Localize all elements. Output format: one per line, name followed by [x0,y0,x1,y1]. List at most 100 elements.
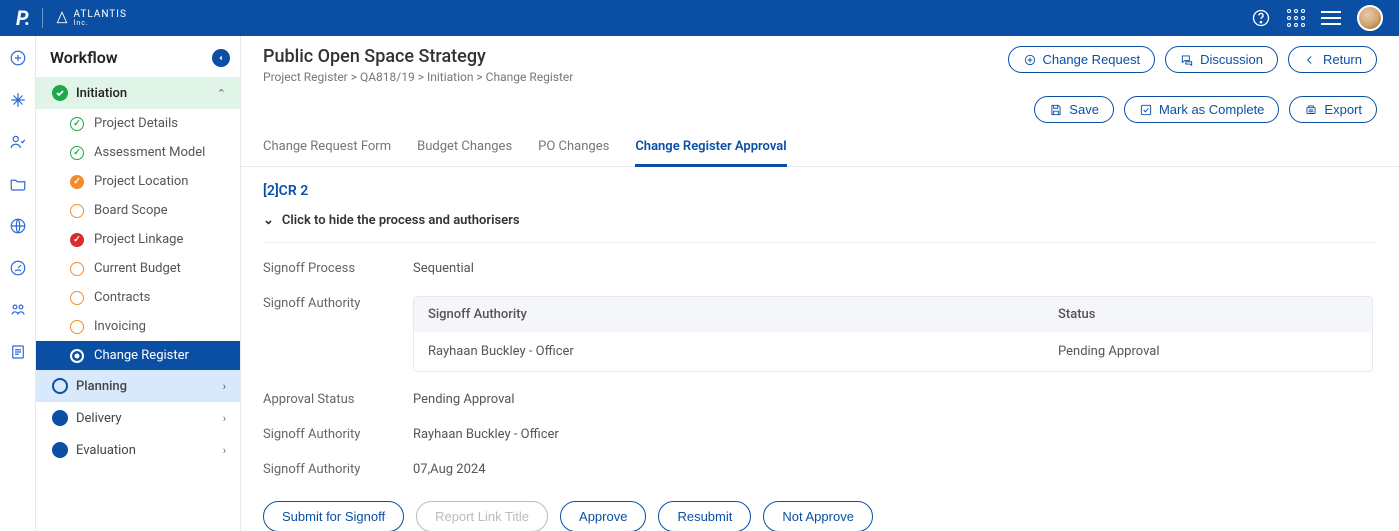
substep-current-budget[interactable]: Current Budget [36,254,240,283]
main-content: Public Open Space Strategy Project Regis… [241,36,1399,531]
status-warning-icon [70,175,84,189]
substep-label: Project Details [94,116,178,131]
status-current-icon [70,349,84,363]
field-value: Rayhaan Buckley - Officer [413,427,559,442]
submit-signoff-button[interactable]: Submit for Signoff [263,501,404,531]
discussion-button[interactable]: Discussion [1165,46,1278,73]
field-signoff-authority-date: Signoff Authority 07,Aug 2024 [263,452,1377,487]
substep-contracts[interactable]: Contracts [36,283,240,312]
field-value: 07,Aug 2024 [413,462,486,477]
authority-table: Signoff Authority Status Rayhaan Buckley… [413,296,1373,372]
logo-divider [42,8,43,28]
field-signoff-authority-table: Signoff Authority Signoff Authority Stat… [263,286,1377,382]
substep-assessment-model[interactable]: Assessment Model [36,138,240,167]
action-row: Save Mark as Complete Export [241,90,1399,123]
stage-label: Planning [76,379,127,394]
tab-po-changes[interactable]: PO Changes [538,139,609,166]
rail-document-icon[interactable] [8,342,28,362]
avatar[interactable] [1357,5,1383,31]
rail-add-icon[interactable] [8,48,28,68]
substep-invoicing[interactable]: Invoicing [36,312,240,341]
cr-title: [2]CR 2 [263,183,1377,199]
rail-folder-icon[interactable] [8,174,28,194]
field-label: Signoff Process [263,261,413,276]
field-label: Signoff Authority [263,427,413,442]
substep-project-details[interactable]: Project Details [36,109,240,138]
tab-budget-changes[interactable]: Budget Changes [417,139,512,166]
substep-board-scope[interactable]: Board Scope [36,196,240,225]
breadcrumb: Project Register > QA818/19 > Initiation… [263,70,573,84]
sidebar-collapse-button[interactable] [212,49,230,67]
substep-label: Change Register [94,348,189,363]
brand-name: ATLANTIS [73,10,126,20]
return-button[interactable]: Return [1288,46,1377,73]
status-pending-icon [70,320,84,334]
save-icon [1049,103,1063,117]
field-signoff-process: Signoff Process Sequential [263,251,1377,286]
change-request-icon [1023,53,1037,67]
discussion-icon [1180,53,1194,67]
substep-project-linkage[interactable]: Project Linkage [36,225,240,254]
substep-change-register[interactable]: Change Register [36,341,240,370]
hamburger-icon[interactable] [1321,11,1341,25]
substep-label: Project Location [94,174,188,189]
rail-user-icon[interactable] [8,132,28,152]
page-header: Public Open Space Strategy Project Regis… [241,36,1399,90]
substep-label: Current Budget [94,261,181,276]
stage-label: Evaluation [76,443,136,458]
substep-project-location[interactable]: Project Location [36,167,240,196]
mark-complete-button[interactable]: Mark as Complete [1124,96,1279,123]
collapse-authorisers-toggle[interactable]: ⌄ Click to hide the process and authoris… [263,213,1377,228]
rail-gauge-icon[interactable] [8,258,28,278]
field-value: Pending Approval [413,392,515,407]
rail-globe-icon[interactable] [8,216,28,236]
rail-people-icon[interactable] [8,300,28,320]
status-pending-icon [70,262,84,276]
table-header: Signoff Authority Status [414,297,1372,332]
cell-authority: Rayhaan Buckley - Officer [428,344,1058,359]
substep-label: Board Scope [94,203,168,218]
atlantis-icon [55,11,69,25]
table-row: Rayhaan Buckley - Officer Pending Approv… [414,332,1372,371]
col-status-header: Status [1058,307,1358,322]
tabs: Change Request Form Budget Changes PO Ch… [241,123,1399,167]
stage-planning[interactable]: Planning › [36,370,240,402]
field-label: Signoff Authority [263,296,413,311]
status-pending-icon [70,204,84,218]
stage-delivery[interactable]: Delivery › [36,402,240,434]
save-button[interactable]: Save [1034,96,1114,123]
topbar-left: P. ATLANTIS Inc. [16,6,127,30]
topbar-right [1251,5,1383,31]
apps-grid-icon[interactable] [1287,9,1305,27]
not-approve-button[interactable]: Not Approve [763,501,873,531]
tab-change-request-form[interactable]: Change Request Form [263,139,391,166]
field-label: Approval Status [263,392,413,407]
rail-snowflake-icon[interactable] [8,90,28,110]
action-buttons-row: Submit for Signoff Report Link Title App… [263,501,1377,531]
brand-sub: Inc. [73,20,126,27]
field-label: Signoff Authority [263,462,413,477]
logo-atlantis: ATLANTIS Inc. [55,10,126,27]
export-button[interactable]: Export [1289,96,1377,123]
tab-change-register-approval[interactable]: Change Register Approval [635,139,786,167]
content-area: [2]CR 2 ⌄ Click to hide the process and … [241,167,1399,531]
chevron-up-icon: ⌃ [217,87,226,100]
sidebar-title: Workflow [50,48,118,67]
page-title: Public Open Space Strategy [263,46,573,67]
change-request-button[interactable]: Change Request [1008,46,1156,73]
logo-p: P. [16,6,30,30]
chevron-right-icon: › [223,444,226,457]
report-link-button: Report Link Title [416,501,548,531]
stage-initiation[interactable]: Initiation ⌃ [36,77,240,109]
stage-evaluation[interactable]: Evaluation › [36,434,240,466]
resubmit-button[interactable]: Resubmit [658,501,751,531]
col-authority-header: Signoff Authority [428,307,1058,322]
icon-rail [0,36,36,531]
substep-label: Contracts [94,290,150,305]
help-icon[interactable] [1251,8,1271,28]
collapse-label: Click to hide the process and authoriser… [282,213,520,228]
sidebar: Workflow Initiation ⌃ Project Details As… [36,36,241,531]
mark-complete-icon [1139,103,1153,117]
approve-button[interactable]: Approve [560,501,646,531]
status-complete-icon [70,117,84,131]
